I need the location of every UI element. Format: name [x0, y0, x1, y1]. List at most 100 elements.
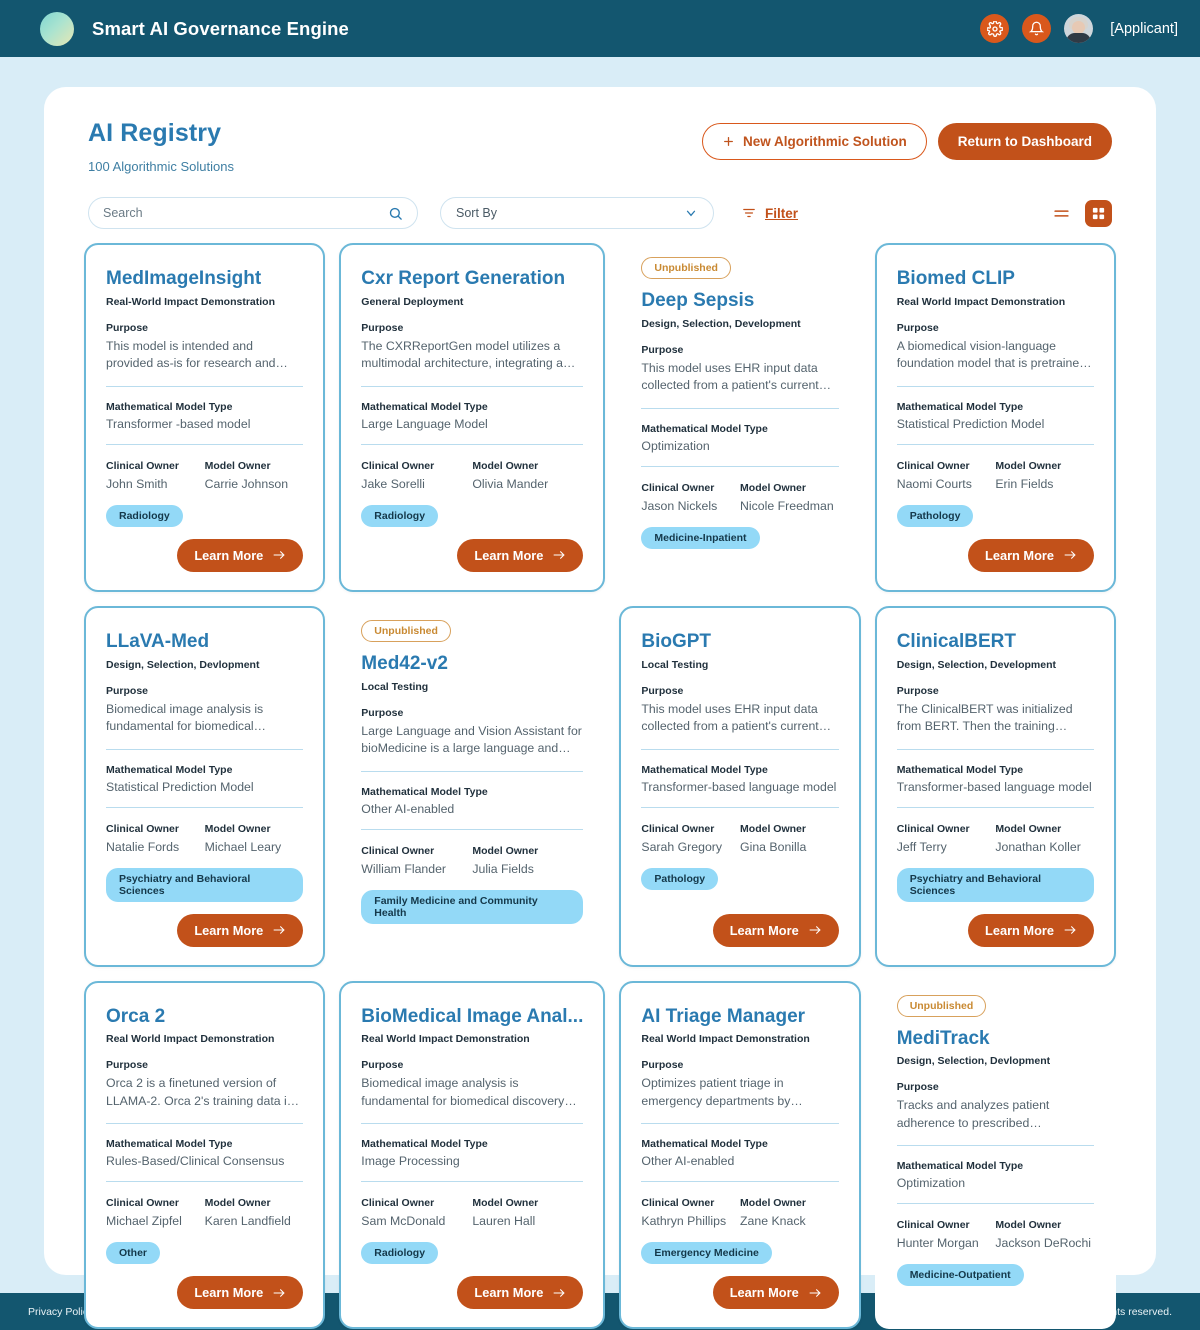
learn-more-button[interactable]: Learn More: [968, 538, 1094, 572]
card-footer: Learn More: [897, 902, 1094, 947]
learn-more-button[interactable]: Learn More: [457, 538, 584, 572]
solution-card[interactable]: Unpublished MediTrack Design, Selection, D…: [874, 980, 1116, 1330]
model-type-value: Other AI-enabled: [361, 801, 455, 816]
purpose-text: Tracks and analyzes patient adherence to…: [896, 1098, 1050, 1130]
learn-more-button[interactable]: Learn More: [177, 1276, 304, 1310]
solution-card[interactable]: AI Triage Manager Real World Impact Demon…: [619, 980, 861, 1330]
divider: [361, 828, 584, 830]
solution-name: BioGPT: [641, 630, 712, 652]
purpose-text: This model uses EHR input data collected…: [641, 360, 819, 393]
learn-more-button[interactable]: Learn More: [712, 1276, 839, 1310]
owners-row: Clinical Owner Sarah Gregory Model Owner Gi…: [641, 823, 838, 854]
clinical-owner-col: Clinical Owner Hunter Morgan: [897, 1219, 996, 1250]
model-owner-col: Model Owner Julia Fields: [472, 845, 583, 876]
owners-row: Clinical Owner Jeff Terry Model Owner Jonat…: [897, 823, 1094, 854]
learn-more-button[interactable]: Learn More: [712, 913, 839, 947]
solution-name: Med42-v2: [361, 652, 448, 674]
model-owner-value: Julia Fields: [472, 861, 534, 876]
solution-stage: Real World Impact Demonstration: [641, 1033, 810, 1046]
grid-cell: Unpublished Deep Sepsis Design, Selection,…: [619, 243, 861, 592]
solution-card[interactable]: BioMedical Image Anal... Real World Impac…: [339, 980, 606, 1330]
filter-button[interactable]: Filter: [742, 206, 798, 221]
solution-name: MedImageInsight: [106, 268, 262, 289]
model-type-value: Image Processing: [361, 1154, 460, 1169]
return-to-dashboard-button[interactable]: Return to Dashboard: [937, 123, 1112, 160]
model-owner-label: Model Owner: [740, 481, 806, 494]
solution-name: MediTrack: [896, 1027, 990, 1049]
divider: [896, 443, 1094, 445]
solution-card[interactable]: Unpublished Deep Sepsis Design, Selection,…: [619, 243, 861, 592]
notifications-button[interactable]: [1022, 14, 1052, 43]
grid-cell: MedImageInsight Real-World Impact Demonst…: [84, 243, 326, 592]
status-badge: Unpublished: [896, 994, 987, 1017]
owners-row: Clinical Owner John Smith Model Owner Carri…: [106, 460, 303, 491]
model-owner-value: Nicole Freedman: [740, 498, 834, 513]
avatar[interactable]: [1064, 14, 1094, 43]
search-input[interactable]: [103, 206, 388, 220]
arrow-right-icon: [553, 551, 565, 560]
solution-stage: Design, Selection, Development: [896, 658, 1056, 671]
learn-more-button[interactable]: Learn More: [457, 1276, 584, 1310]
purpose-label: Purpose: [106, 321, 149, 334]
solution-card[interactable]: ClinicalBERT Design, Selection, Developme…: [874, 605, 1116, 967]
model-owner-label: Model Owner: [472, 459, 539, 472]
solution-card[interactable]: MedImageInsight Real-World Impact Demonst…: [84, 243, 326, 592]
model-type-value: Statistical Prediction Model: [896, 416, 1045, 431]
model-type-label: Mathematical Model Type: [106, 400, 233, 413]
learn-more-button[interactable]: Learn More: [968, 913, 1094, 947]
specialty-tag: Emergency Medicine: [641, 1242, 772, 1265]
model-owner-col: Model Owner Gina Bonilla: [740, 823, 839, 854]
learn-more-label: Learn More: [985, 547, 1054, 563]
model-type-label: Mathematical Model Type: [641, 763, 768, 776]
specialty-tag: Psychiatry and Behavioral Sciences: [896, 867, 1094, 902]
clinical-owner-col: Clinical Owner Jeff Terry: [897, 823, 996, 854]
clinical-owner-value: Kathryn Phillips: [641, 1214, 727, 1229]
model-type-label: Mathematical Model Type: [106, 763, 233, 776]
purpose-label: Purpose: [106, 684, 149, 697]
solution-card[interactable]: Cxr Report Generation General Deployment P…: [339, 243, 606, 592]
model-type-label: Mathematical Model Type: [361, 400, 488, 413]
model-owner-value: Carrie Johnson: [204, 476, 289, 491]
model-type-value: Transformer-based language model: [641, 779, 837, 794]
specialty-tag: Medicine-Outpatient: [896, 1264, 1024, 1287]
purpose-text: The CXRReportGen model utilizes a multim…: [361, 338, 563, 371]
settings-button[interactable]: [980, 14, 1010, 43]
sort-by-select[interactable]: Sort By: [440, 197, 714, 229]
model-owner-col: Model Owner Karen Landfield: [205, 1197, 304, 1228]
model-owner-col: Model Owner Michael Leary: [205, 823, 304, 854]
divider: [361, 385, 584, 387]
model-owner-col: Model Owner Jonathan Koller: [995, 823, 1094, 854]
grid-view-button[interactable]: [1085, 199, 1112, 227]
solution-card[interactable]: Unpublished Med42-v2 Local Testing Purpose L…: [339, 605, 606, 967]
learn-more-button[interactable]: Learn More: [177, 913, 304, 947]
list-view-button[interactable]: [1052, 204, 1071, 223]
divider: [896, 748, 1094, 750]
new-algorithmic-solution-button[interactable]: New Algorithmic Solution: [701, 123, 927, 160]
solution-card[interactable]: Biomed CLIP Real World Impact Demonstrati…: [874, 243, 1116, 592]
model-type-value: Optimization: [896, 1176, 966, 1191]
model-owner-col: Model Owner Erin Fields: [995, 460, 1094, 491]
solution-card[interactable]: LLaVA-Med Design, Selection, Devlopment Pu…: [84, 605, 326, 967]
specialty-tag: Radiology: [106, 504, 183, 527]
card-footer: Learn More: [641, 1264, 839, 1310]
clinical-owner-label: Clinical Owner: [106, 822, 179, 835]
model-type-value: Large Language Model: [361, 416, 488, 431]
divider: [641, 748, 839, 750]
purpose-label: Purpose: [896, 684, 939, 697]
purpose-text: Optimizes patient triage in emergency de…: [641, 1076, 791, 1108]
divider: [896, 806, 1094, 808]
divider: [896, 1145, 1094, 1147]
model-owner-label: Model Owner: [740, 1197, 806, 1210]
owners-row: Clinical Owner Naomi Courts Model Owner Eri…: [897, 460, 1094, 491]
learn-more-button[interactable]: Learn More: [177, 538, 304, 572]
solution-card[interactable]: Orca 2 Real World Impact Demonstration Pur…: [84, 980, 326, 1330]
arrow-right-icon: [809, 1288, 821, 1297]
search-box[interactable]: [88, 197, 418, 229]
model-owner-label: Model Owner: [204, 459, 271, 472]
clinical-owner-col: Clinical Owner Naomi Courts: [897, 460, 996, 491]
solution-card[interactable]: BioGPT Local Testing Purpose This model use…: [619, 605, 861, 967]
arrow-right-icon: [273, 926, 285, 934]
learn-more-label: Learn More: [194, 547, 264, 563]
owners-row: Clinical Owner William Flander Model Owner…: [361, 845, 583, 876]
model-owner-label: Model Owner: [472, 1197, 539, 1210]
